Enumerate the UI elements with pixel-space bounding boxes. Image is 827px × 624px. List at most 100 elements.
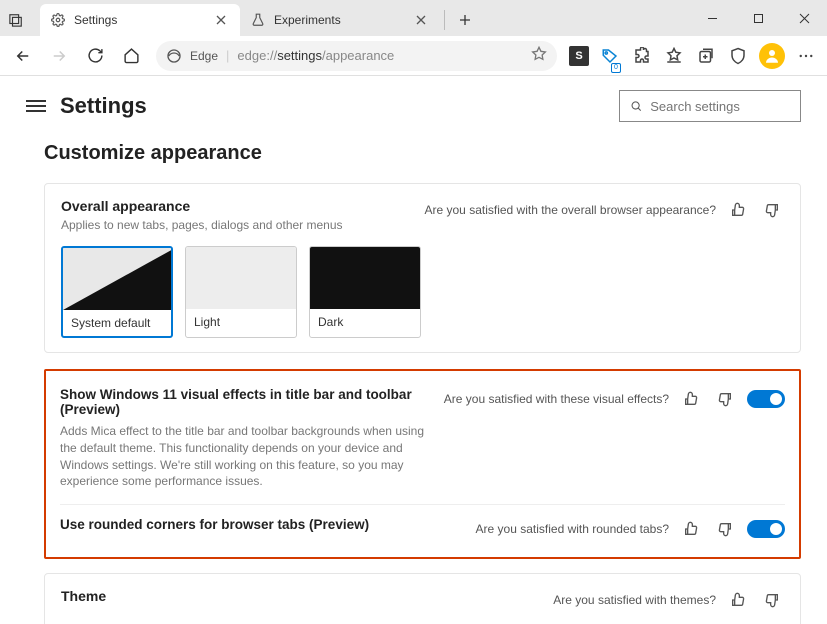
favorite-button[interactable] [531,46,547,65]
profile-avatar[interactable] [759,43,785,69]
window-titlebar: Settings Experiments [0,0,827,36]
forward-button[interactable] [42,40,76,72]
appearance-option-system-default[interactable]: System default [61,246,173,338]
star-icon [531,46,547,62]
url-source-label: Edge [190,49,218,63]
card-title: Overall appearance [61,198,425,214]
highlighted-settings: Show Windows 11 visual effects in title … [44,369,801,559]
shopping-button[interactable]: 0 [595,41,625,71]
search-settings-box[interactable] [619,90,801,122]
feedback-question: Are you satisfied with the overall brows… [425,203,717,217]
thumbs-up-button[interactable] [726,588,750,612]
close-icon [799,13,810,24]
card-title: Theme [61,588,553,604]
collections-button[interactable] [691,41,721,71]
visual-effects-toggle[interactable] [747,390,785,408]
overall-appearance-card: Overall appearance Applies to new tabs, … [44,183,801,353]
settings-title: Settings [60,93,147,119]
security-button[interactable] [723,41,753,71]
refresh-button[interactable] [78,40,112,72]
setting-title: Show Windows 11 visual effects in title … [60,387,434,417]
refresh-icon [87,47,104,64]
back-button[interactable] [6,40,40,72]
option-label: Dark [310,309,420,335]
rounded-tabs-toggle[interactable] [747,520,785,538]
close-tab-button[interactable] [212,11,230,29]
maximize-icon [753,13,764,24]
theme-card: Theme Are you satisfied with themes? Def… [44,573,801,624]
preview [186,247,296,309]
thumbs-down-icon [764,202,780,218]
minimize-icon [707,13,718,24]
close-icon [416,15,426,25]
thumbs-up-icon [730,202,746,218]
settings-page: Customize appearance Overall appearance … [0,136,827,624]
collections-icon [697,47,715,65]
menu-button[interactable] [26,100,46,112]
setting-description: Adds Mica effect to the title bar and to… [60,423,434,490]
thumbs-down-button[interactable] [760,198,784,222]
page-title: Customize appearance [44,142,801,165]
window-controls [689,0,827,36]
home-icon [123,47,140,64]
new-tab-button[interactable] [449,4,481,36]
thumbs-up-button[interactable] [679,387,703,411]
option-label: Light [186,309,296,335]
feedback-question: Are you satisfied with rounded tabs? [476,522,669,536]
tab-label: Experiments [274,13,341,27]
arrow-left-icon [14,47,32,65]
star-list-icon [665,47,683,65]
feedback-question: Are you satisfied with themes? [553,593,716,607]
tab-actions-button[interactable] [0,4,32,36]
favorites-button[interactable] [659,41,689,71]
thumbs-up-button[interactable] [679,517,703,541]
extensions-button[interactable] [627,41,657,71]
appearance-options: System default Light Dark [61,246,784,338]
person-icon [763,47,781,65]
close-window-button[interactable] [781,0,827,36]
close-tab-button[interactable] [412,11,430,29]
option-label: System default [63,310,171,336]
thumbs-up-icon [683,391,699,407]
visual-effects-setting: Show Windows 11 visual effects in title … [60,381,785,496]
more-horizontal-icon [797,47,815,65]
maximize-button[interactable] [735,0,781,36]
address-bar[interactable]: Edge | edge://settings/appearance [156,41,557,71]
feedback-question: Are you satisfied with these visual effe… [444,392,669,406]
thumbs-up-icon [683,521,699,537]
search-icon [630,99,642,113]
thumbs-down-icon [717,391,733,407]
tab-strip: Settings Experiments [32,4,689,36]
thumbs-down-button[interactable] [713,387,737,411]
shield-icon [729,47,747,65]
url-text: edge://settings/appearance [237,48,523,63]
thumbs-down-button[interactable] [713,517,737,541]
more-button[interactable] [791,41,821,71]
preview [310,247,420,309]
arrow-right-icon [50,47,68,65]
flask-icon [250,12,266,28]
close-icon [216,15,226,25]
edge-logo-icon [166,48,182,64]
tab-label: Settings [74,13,117,27]
card-subtitle: Applies to new tabs, pages, dialogs and … [61,218,425,232]
tab-actions-icon [9,13,23,27]
tab-experiments[interactable]: Experiments [240,4,440,36]
preview [63,248,171,310]
thumbs-down-icon [764,592,780,608]
settings-header: Settings [0,76,827,136]
thumbs-up-button[interactable] [726,198,750,222]
search-settings-input[interactable] [650,99,790,114]
tab-settings[interactable]: Settings [40,4,240,36]
appearance-option-dark[interactable]: Dark [309,246,421,338]
home-button[interactable] [114,40,148,72]
gear-icon [50,12,66,28]
minimize-button[interactable] [689,0,735,36]
feedback-group: Are you satisfied with themes? [553,588,784,612]
badge: 0 [611,63,621,73]
extension-s[interactable]: S [569,46,589,66]
setting-title: Use rounded corners for browser tabs (Pr… [60,517,466,532]
thumbs-down-button[interactable] [760,588,784,612]
extension-icons: S 0 [565,41,821,71]
appearance-option-light[interactable]: Light [185,246,297,338]
